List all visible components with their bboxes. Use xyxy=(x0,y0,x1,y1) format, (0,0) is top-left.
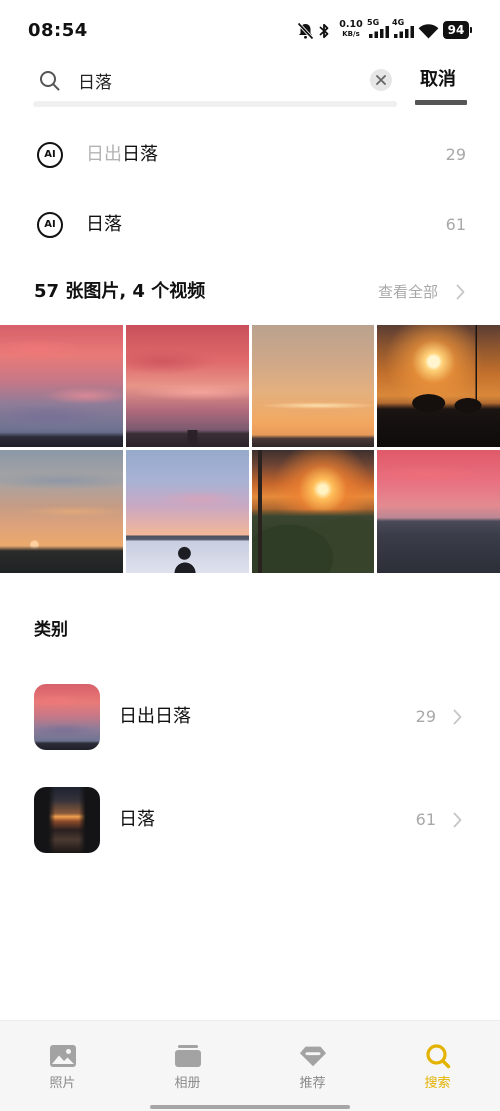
cancel-underline xyxy=(415,100,467,105)
suggestion-count: 61 xyxy=(445,215,466,234)
search-icon xyxy=(424,1043,452,1069)
battery-nub xyxy=(470,27,472,33)
nav-item-albums[interactable]: 相册 xyxy=(125,1021,250,1101)
status-time: 08:54 xyxy=(28,20,88,41)
network-speed: 0.10 KB/s xyxy=(339,20,363,38)
nav-item-recommend[interactable]: 推荐 xyxy=(250,1021,375,1101)
photo-thumbnail[interactable] xyxy=(377,325,500,447)
suggestion-item[interactable]: AI 日落 61 xyxy=(0,200,500,250)
chevron-right-icon xyxy=(453,709,462,725)
category-label: 日出日落 xyxy=(119,706,191,727)
suggestion-label: 日落 xyxy=(86,200,122,250)
sim2-signal: 4G xyxy=(392,19,414,41)
network-speed-unit: KB/s xyxy=(342,29,360,38)
category-thumbnail xyxy=(34,684,100,750)
suggestion-prefix: 日出 xyxy=(86,144,122,165)
search-input[interactable] xyxy=(78,66,358,94)
clear-search-button[interactable] xyxy=(370,69,392,91)
chevron-right-icon[interactable] xyxy=(456,284,465,304)
nav-label: 相册 xyxy=(174,1076,201,1091)
nav-label: 照片 xyxy=(49,1076,76,1091)
photo-thumbnail[interactable] xyxy=(126,450,249,573)
status-bar: 08:54 0.10 KB/s 5G 4G 94 xyxy=(0,0,500,50)
album-icon xyxy=(174,1043,202,1069)
search-icon xyxy=(39,70,60,95)
category-count: 29 xyxy=(415,707,436,726)
home-indicator[interactable] xyxy=(150,1105,350,1109)
suggestion-match: 日落 xyxy=(122,144,158,165)
category-item[interactable]: 日落 61 xyxy=(0,783,500,857)
bell-off-icon xyxy=(297,22,314,44)
results-summary: 57 张图片, 4 个视频 xyxy=(34,281,206,302)
categories-heading: 类别 xyxy=(34,620,68,640)
suggestion-label: 日出日落 xyxy=(86,130,158,180)
category-thumbnail xyxy=(34,787,100,853)
category-label: 日落 xyxy=(119,809,155,830)
nav-label: 搜索 xyxy=(424,1076,451,1091)
suggestion-item[interactable]: AI 日出日落 29 xyxy=(0,130,500,180)
photo-thumbnail[interactable] xyxy=(0,325,123,447)
nav-item-search[interactable]: 搜索 xyxy=(375,1021,500,1101)
category-item[interactable]: 日出日落 29 xyxy=(0,680,500,754)
search-field-underline xyxy=(33,101,397,107)
ai-icon: AI xyxy=(37,212,63,238)
view-all-link[interactable]: 查看全部 xyxy=(378,276,438,308)
signal-icon xyxy=(369,26,389,38)
nav-label: 推荐 xyxy=(299,1076,326,1091)
nav-item-photos[interactable]: 照片 xyxy=(0,1021,125,1101)
chevron-right-icon xyxy=(453,812,462,828)
photo-thumbnail[interactable] xyxy=(252,450,374,573)
photo-thumbnail[interactable] xyxy=(252,325,374,447)
bottom-navigation: 照片 相册 推荐 搜索 xyxy=(0,1020,500,1111)
cancel-button[interactable]: 取消 xyxy=(420,66,456,94)
suggestion-count: 29 xyxy=(445,145,466,164)
photo-thumbnail[interactable] xyxy=(126,325,249,447)
photo-icon xyxy=(49,1043,77,1069)
photo-thumbnail[interactable] xyxy=(377,450,500,573)
ai-icon: AI xyxy=(37,142,63,168)
close-icon xyxy=(376,75,386,85)
photo-grid xyxy=(0,325,500,573)
sim1-signal: 5G xyxy=(367,19,389,41)
bluetooth-icon xyxy=(319,22,330,44)
signal-icon xyxy=(394,26,414,38)
recommend-icon xyxy=(299,1043,327,1069)
photo-thumbnail[interactable] xyxy=(0,450,123,573)
battery-icon: 94 xyxy=(443,21,469,39)
suggestion-match: 日落 xyxy=(86,214,122,235)
network-speed-value: 0.10 xyxy=(339,19,363,30)
wifi-icon xyxy=(418,23,439,43)
category-count: 61 xyxy=(415,810,436,829)
